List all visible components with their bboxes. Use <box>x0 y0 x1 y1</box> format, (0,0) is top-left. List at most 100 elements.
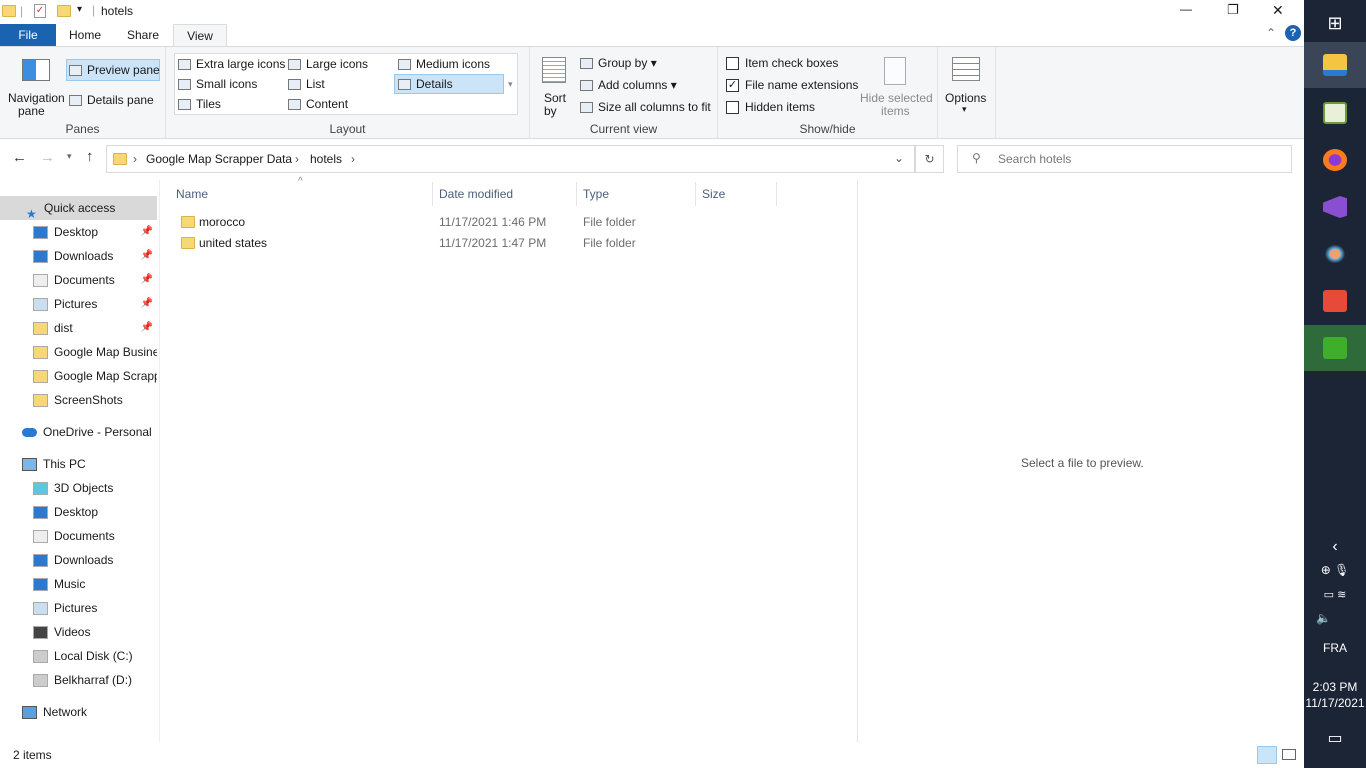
layout-medium-icons[interactable]: Medium icons <box>398 57 490 71</box>
taskbar-camtasia-red[interactable] <box>1304 278 1366 324</box>
nav-pc-item[interactable]: Documents <box>0 524 157 548</box>
tab-share[interactable]: Share <box>115 24 171 46</box>
group-by-button[interactable]: Group by ▾ <box>580 56 657 70</box>
column-header-name[interactable]: Name <box>170 182 433 206</box>
nav-item-label: Belkharraf (D:) <box>54 673 133 687</box>
navigation-pane-icon[interactable] <box>22 59 50 81</box>
add-columns-button[interactable]: Add columns ▾ <box>580 78 677 92</box>
taskbar-app[interactable] <box>1304 231 1366 277</box>
file-row[interactable]: morocco 11/17/2021 1:46 PM File folder <box>170 212 810 233</box>
nav-pc-item[interactable]: Belkharraf (D:) <box>0 668 157 692</box>
pin-icon[interactable]: 📌 <box>141 292 153 316</box>
sort-icon[interactable] <box>542 57 566 83</box>
layout-large-icons[interactable]: Large icons <box>288 57 368 71</box>
location-icon <box>33 274 48 288</box>
large-icons-view-button[interactable] <box>1282 749 1296 760</box>
collapse-ribbon-icon[interactable]: ⌃ <box>1266 26 1276 40</box>
layout-tiles[interactable]: Tiles <box>178 97 221 111</box>
layout-content[interactable]: Content <box>288 97 348 111</box>
nav-quick-item[interactable]: ScreenShots <box>0 388 157 412</box>
nav-quick-item[interactable]: Pictures 📌 <box>0 292 157 316</box>
nav-pc-item[interactable]: Desktop <box>0 500 157 524</box>
address-dropdown-icon[interactable]: ⌄ <box>894 151 904 165</box>
new-folder-icon[interactable] <box>57 5 71 17</box>
nav-pc-item[interactable]: Pictures <box>0 596 157 620</box>
volume-icon[interactable]: 🔈 <box>1304 611 1366 625</box>
taskbar-camtasia-green[interactable] <box>1304 325 1366 371</box>
maximize-button[interactable]: ❐ <box>1227 2 1239 18</box>
sort-by-button[interactable]: Sort <box>544 91 566 105</box>
pin-icon[interactable]: 📌 <box>141 244 153 268</box>
help-icon[interactable]: ? <box>1285 25 1301 41</box>
hidden-items-toggle[interactable]: Hidden items <box>726 100 815 115</box>
minimize-button[interactable]: — <box>1180 2 1192 16</box>
language-indicator[interactable]: FRA <box>1304 641 1366 655</box>
tab-home[interactable]: Home <box>58 24 112 46</box>
action-center-icon[interactable]: ▭ <box>1304 728 1366 748</box>
tab-file[interactable]: File <box>0 24 56 46</box>
start-button[interactable]: ⊞ <box>1304 0 1366 46</box>
location-icon <box>33 554 48 568</box>
nav-pc-item[interactable]: Local Disk (C:) <box>0 644 157 668</box>
nav-pc-item[interactable]: Downloads <box>0 548 157 572</box>
tray-icons[interactable]: ⊕ 🎙 <box>1304 563 1366 577</box>
column-header-date[interactable]: Date modified <box>433 182 577 206</box>
show-hidden-icons-button[interactable]: ‹ <box>1304 538 1366 556</box>
nav-pc-item[interactable]: Videos <box>0 620 157 644</box>
taskbar-visual-studio[interactable] <box>1304 184 1366 230</box>
breadcrumb-item[interactable]: Google Map Scrapper Data <box>146 152 292 166</box>
column-header-type[interactable]: Type <box>577 182 696 206</box>
pin-icon[interactable]: 📌 <box>141 316 153 340</box>
nav-quick-item[interactable]: dist 📌 <box>0 316 157 340</box>
nav-pc-item[interactable]: Music <box>0 572 157 596</box>
layout-details[interactable]: Details <box>394 74 504 94</box>
nav-quick-item[interactable]: Downloads 📌 <box>0 244 157 268</box>
properties-icon[interactable]: ✓ <box>34 4 46 18</box>
details-pane-button[interactable]: Details pane <box>69 93 154 107</box>
options-icon[interactable] <box>952 57 980 81</box>
tab-view[interactable]: View <box>173 24 227 47</box>
nav-this-pc[interactable]: This PC <box>0 452 157 476</box>
details-view-button[interactable] <box>1257 746 1277 764</box>
nav-quick-item[interactable]: Google Map Busine <box>0 340 157 364</box>
forward-button[interactable]: → <box>40 149 55 166</box>
size-all-columns-button[interactable]: Size all columns to fit <box>580 100 711 114</box>
nav-quick-item[interactable]: Google Map Scrapp <box>0 364 157 388</box>
taskbar-firefox[interactable] <box>1304 137 1366 183</box>
clock-date[interactable]: 11/17/2021 <box>1304 696 1366 710</box>
taskbar-file-explorer[interactable] <box>1304 42 1366 88</box>
file-date: 11/17/2021 1:47 PM <box>439 236 547 250</box>
navigation-pane-button[interactable]: Navigation <box>8 91 65 105</box>
item-check-boxes-toggle[interactable]: Item check boxes <box>726 56 838 71</box>
hide-selected-button[interactable]: Hide selected <box>860 91 933 105</box>
options-button[interactable]: Options <box>945 91 986 105</box>
refresh-button[interactable]: ↻ <box>915 145 944 173</box>
address-input[interactable]: › Google Map Scrapper Data › hotels › ⌄ <box>106 145 915 173</box>
recent-locations-button[interactable]: ▾ <box>67 151 72 162</box>
nav-pc-item[interactable]: 3D Objects <box>0 476 157 500</box>
layout-small-icons[interactable]: Small icons <box>178 77 257 91</box>
up-button[interactable]: ↑ <box>86 148 94 165</box>
nav-quick-item[interactable]: Desktop 📌 <box>0 220 157 244</box>
customize-toolbar-icon[interactable]: ▾ <box>77 4 82 15</box>
nav-onedrive[interactable]: OneDrive - Personal <box>0 420 157 444</box>
back-button[interactable]: ← <box>12 149 27 166</box>
battery-network-icons[interactable]: ▭ ≋ <box>1304 588 1366 601</box>
layout-extra-large-icons[interactable]: Extra large icons <box>178 57 285 71</box>
clock-time[interactable]: 2:03 PM <box>1304 680 1366 694</box>
preview-pane-button[interactable]: Preview pane <box>66 59 160 81</box>
layout-scroll-icon[interactable]: ▾ <box>508 79 513 90</box>
nav-network[interactable]: Network <box>0 700 157 724</box>
column-header-size[interactable]: Size <box>696 182 777 206</box>
file-name-extensions-toggle[interactable]: ✓ File name extensions <box>726 78 858 93</box>
pin-icon[interactable]: 📌 <box>141 220 153 244</box>
layout-list[interactable]: List <box>288 77 325 91</box>
nav-quick-access[interactable]: ★ Quick access <box>0 196 157 220</box>
file-row[interactable]: united states 11/17/2021 1:47 PM File fold… <box>170 233 810 254</box>
search-input[interactable]: ⚲ Search hotels <box>957 145 1292 173</box>
taskbar-notepad-app[interactable] <box>1304 90 1366 136</box>
pin-icon[interactable]: 📌 <box>141 268 153 292</box>
close-button[interactable]: ✕ <box>1272 2 1284 19</box>
breadcrumb-item[interactable]: hotels <box>310 152 342 166</box>
nav-quick-item[interactable]: Documents 📌 <box>0 268 157 292</box>
